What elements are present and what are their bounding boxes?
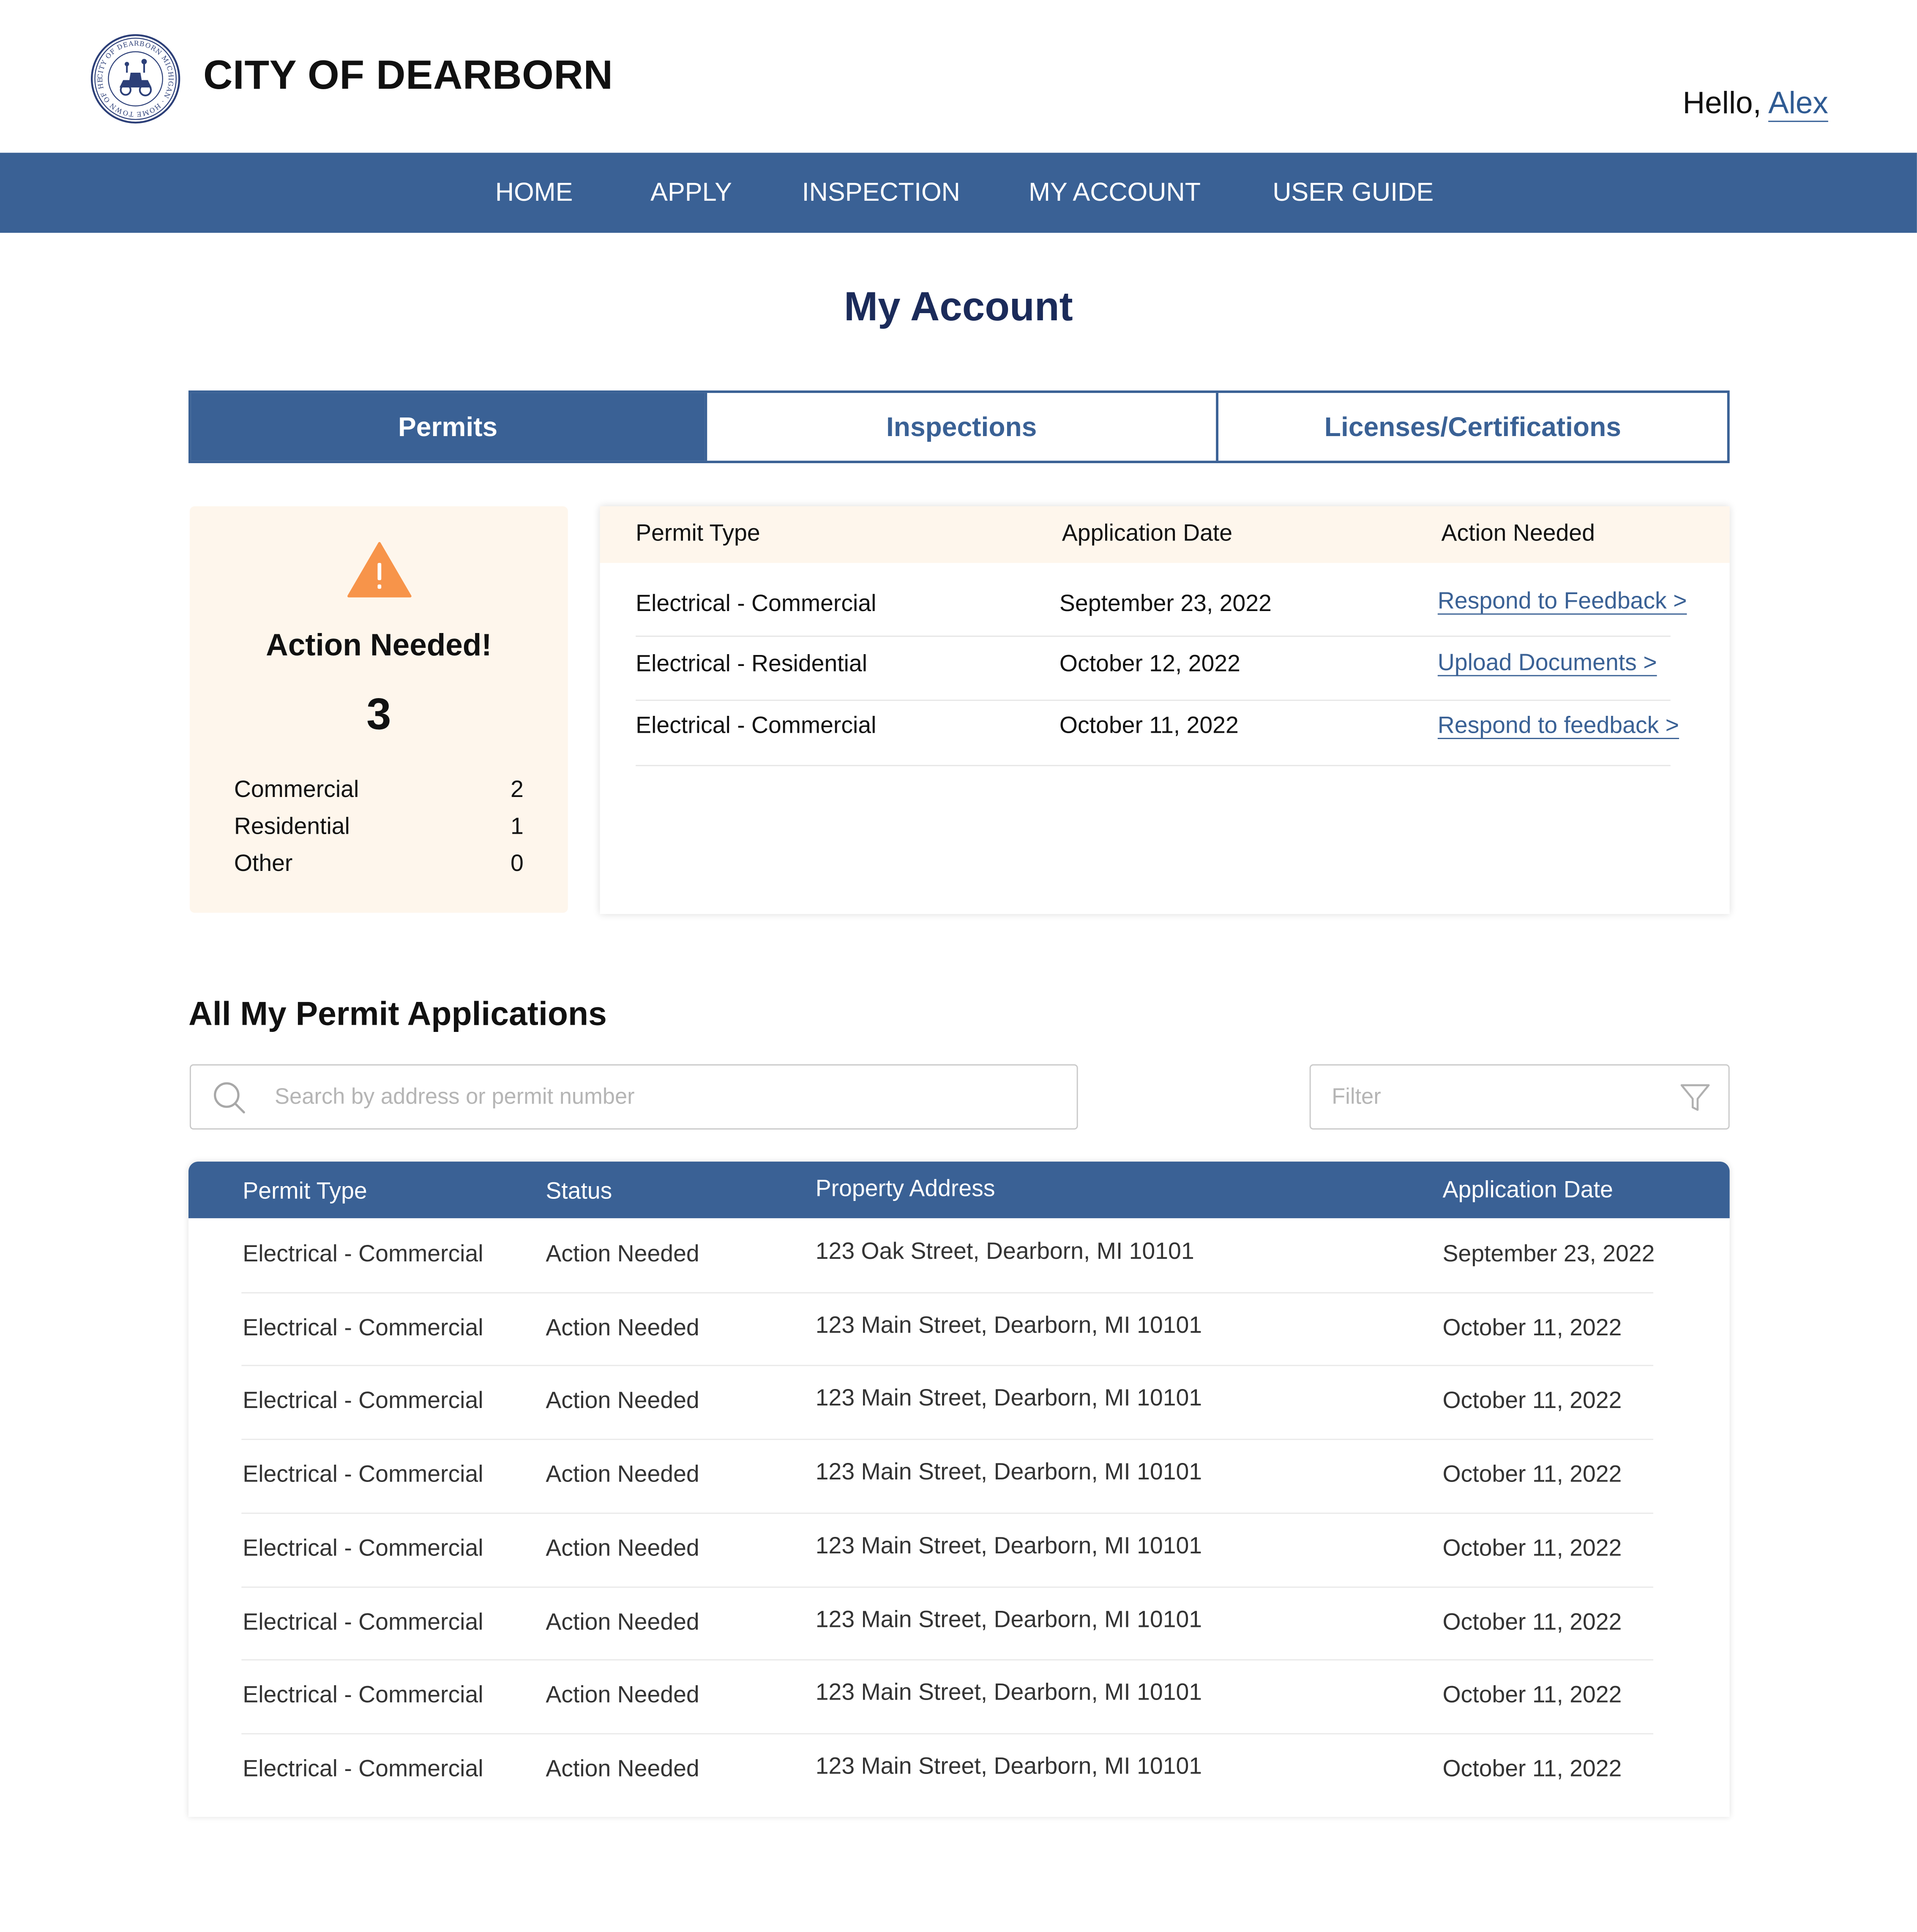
breakdown-label: Commercial [234, 777, 359, 803]
cell-permit-type: Electrical - Commercial [243, 1242, 483, 1268]
action-needed-title: Action Needed! [266, 628, 492, 663]
table-row[interactable]: Electrical - Commercial Action Needed 123 … [188, 1586, 1730, 1660]
column-header-status: Status [546, 1179, 612, 1205]
tab-licenses-certifications[interactable]: Licenses/Certifications [1216, 393, 1727, 461]
cell-application-date: October 11, 2022 [1442, 1756, 1622, 1782]
column-header-application-date: Application Date [1442, 1177, 1613, 1203]
table-row[interactable]: Electrical - Commercial Action Needed 123 … [188, 1292, 1730, 1366]
cell-property-address: 123 Main Street, Dearborn, MI 10101 [815, 1754, 1202, 1780]
breakdown-label: Other [234, 851, 293, 877]
cell-status: Action Needed [546, 1683, 699, 1709]
row-divider [636, 636, 1671, 637]
tab-permits[interactable]: Permits [191, 393, 705, 461]
cell-application-date: October 11, 2022 [1442, 1315, 1622, 1341]
cell-property-address: 123 Main Street, Dearborn, MI 10101 [815, 1533, 1202, 1559]
cell-permit-type: Electrical - Commercial [243, 1462, 483, 1488]
action-needed-count: 3 [366, 688, 391, 739]
row-divider [636, 765, 1671, 767]
cell-permit-type: Electrical - Commercial [243, 1756, 483, 1782]
cell-permit-type: Electrical - Commercial [243, 1315, 483, 1341]
nav-user-guide[interactable]: USER GUIDE [1273, 153, 1434, 232]
cell-status: Action Needed [546, 1389, 699, 1415]
breakdown-row-residential: Residential 1 [234, 814, 524, 851]
action-row-1-permit-type: Electrical - Commercial [636, 591, 877, 617]
action-row-1-date: September 23, 2022 [1059, 591, 1272, 617]
table-row[interactable]: Electrical - Commercial Action Needed 123 … [188, 1365, 1730, 1439]
respond-to-feedback-link[interactable]: Respond to Feedback > [1438, 589, 1687, 616]
table-row[interactable]: Electrical - Commercial Action Needed 123 … [188, 1512, 1730, 1586]
nav-apply[interactable]: APPLY [650, 153, 732, 232]
greeting-text: Hello, [1682, 86, 1761, 121]
action-needed-card: Action Needed! 3 Commercial 2 Residentia… [189, 506, 568, 913]
action-needed-table: Permit Type Application Date Action Need… [600, 506, 1730, 914]
nav-home[interactable]: HOME [495, 153, 573, 232]
filter-placeholder: Filter [1332, 1084, 1381, 1109]
user-greeting: Hello, Alex [1682, 86, 1828, 122]
cell-application-date: October 11, 2022 [1442, 1462, 1622, 1488]
column-header-permit-type: Permit Type [636, 521, 760, 547]
action-row-3-date: October 11, 2022 [1059, 713, 1239, 739]
action-row-3-permit-type: Electrical - Commercial [636, 713, 877, 739]
cell-application-date: October 11, 2022 [1442, 1536, 1622, 1562]
city-seal-logo: CITY OF DEARBORN MICHIGAN · HOME TOWN OF… [87, 27, 181, 125]
account-tabs: Permits Inspections Licenses/Certificati… [188, 390, 1730, 464]
search-input[interactable] [275, 1065, 1039, 1129]
action-row-2-permit-type: Electrical - Residential [636, 652, 868, 678]
cell-status: Action Needed [546, 1536, 699, 1562]
cell-status: Action Needed [546, 1462, 699, 1488]
column-header-permit-type: Permit Type [243, 1179, 367, 1205]
warning-icon [346, 541, 412, 600]
breakdown-value: 2 [511, 777, 524, 803]
upload-documents-link[interactable]: Upload Documents > [1438, 650, 1657, 677]
action-row-2-date: October 12, 2022 [1059, 652, 1240, 678]
user-name-link[interactable]: Alex [1768, 86, 1828, 121]
row-divider [636, 699, 1671, 701]
cell-property-address: 123 Main Street, Dearborn, MI 10101 [815, 1460, 1202, 1486]
table-row[interactable]: Electrical - Commercial Action Needed 123 … [188, 1439, 1730, 1513]
column-header-action-needed: Action Needed [1441, 521, 1595, 547]
cell-status: Action Needed [546, 1609, 699, 1635]
cell-permit-type: Electrical - Commercial [243, 1609, 483, 1635]
cell-application-date: October 11, 2022 [1442, 1683, 1622, 1709]
breakdown-value: 0 [511, 851, 524, 877]
cell-property-address: 123 Main Street, Dearborn, MI 10101 [815, 1607, 1202, 1633]
cell-application-date: October 11, 2022 [1442, 1389, 1622, 1415]
cell-permit-type: Electrical - Commercial [243, 1536, 483, 1562]
cell-status: Action Needed [546, 1242, 699, 1268]
search-icon [212, 1080, 246, 1115]
search-box [189, 1064, 1078, 1130]
all-applications-title: All My Permit Applications [188, 995, 607, 1032]
site-title: CITY OF DEARBORN [203, 52, 613, 98]
table-row[interactable]: Electrical - Commercial Action Needed 123 … [188, 1659, 1730, 1733]
action-table-header: Permit Type Application Date Action Need… [600, 506, 1730, 563]
applications-table-header: Permit Type Status Property Address Appl… [188, 1161, 1730, 1218]
cell-status: Action Needed [546, 1315, 699, 1341]
cell-property-address: 123 Main Street, Dearborn, MI 10101 [815, 1680, 1202, 1706]
applications-table: Permit Type Status Property Address Appl… [188, 1161, 1730, 1817]
nav-my-account[interactable]: MY ACCOUNT [1029, 153, 1201, 232]
column-header-application-date: Application Date [1062, 521, 1233, 547]
breakdown-row-commercial: Commercial 2 [234, 777, 524, 814]
page-title: My Account [844, 283, 1073, 329]
cell-property-address: 123 Oak Street, Dearborn, MI 10101 [815, 1239, 1194, 1265]
cell-permit-type: Electrical - Commercial [243, 1683, 483, 1709]
breakdown-value: 1 [511, 814, 524, 840]
column-header-property-address: Property Address [815, 1176, 995, 1203]
tab-inspections[interactable]: Inspections [705, 393, 1216, 461]
cell-permit-type: Electrical - Commercial [243, 1389, 483, 1415]
breakdown-row-other: Other 0 [234, 851, 524, 888]
main-navigation: HOME APPLY INSPECTION MY ACCOUNT USER GU… [0, 153, 1917, 233]
cell-application-date: October 11, 2022 [1442, 1609, 1622, 1635]
breakdown-label: Residential [234, 814, 350, 840]
cell-status: Action Needed [546, 1756, 699, 1782]
nav-inspection[interactable]: INSPECTION [802, 153, 960, 232]
table-row[interactable]: Electrical - Commercial Action Needed 123 … [188, 1218, 1730, 1292]
cell-property-address: 123 Main Street, Dearborn, MI 10101 [815, 1386, 1202, 1412]
filter-icon [1679, 1081, 1711, 1113]
table-row[interactable]: Electrical - Commercial Action Needed 123 … [188, 1733, 1730, 1807]
filter-dropdown[interactable]: Filter [1309, 1064, 1730, 1130]
cell-property-address: 123 Main Street, Dearborn, MI 10101 [815, 1313, 1202, 1339]
respond-to-feedback-link[interactable]: Respond to feedback > [1438, 713, 1679, 740]
cell-application-date: September 23, 2022 [1442, 1242, 1655, 1268]
